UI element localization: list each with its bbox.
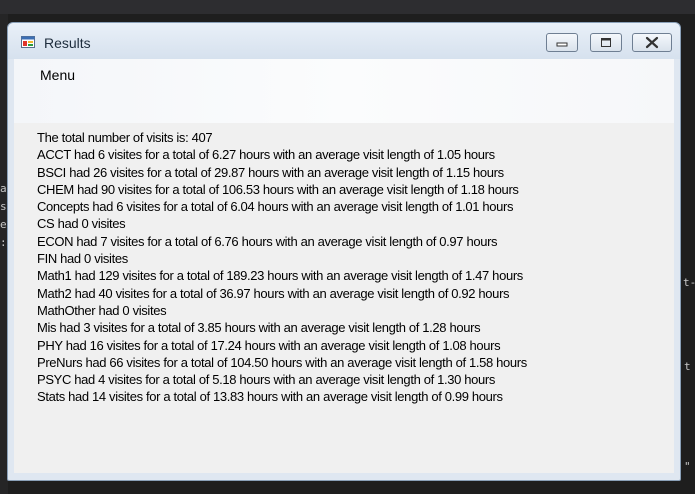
title-bar[interactable]: Results bbox=[8, 23, 680, 59]
results-text: The total number of visits is: 407 ACCT … bbox=[37, 129, 657, 406]
background-glyph: t- bbox=[683, 276, 695, 289]
background-glyph: e bbox=[0, 218, 7, 231]
background-glyph: a bbox=[0, 182, 7, 195]
minimize-button[interactable] bbox=[546, 33, 578, 52]
background-glyph: : bbox=[0, 236, 7, 249]
results-line: PHY had 16 visites for a total of 17.24 … bbox=[37, 337, 501, 353]
menu-bar: Menu bbox=[14, 59, 674, 123]
background-glyph: " bbox=[684, 460, 691, 473]
results-line: MathOther had 0 visites bbox=[37, 302, 167, 318]
maximize-button[interactable] bbox=[590, 33, 622, 52]
maximize-icon bbox=[601, 38, 611, 47]
background-glyph: s bbox=[0, 200, 7, 213]
minimize-icon bbox=[556, 42, 568, 47]
window-client-area: Menu The total number of visits is: 407 … bbox=[14, 59, 674, 473]
results-line: Math2 had 40 visites for a total of 36.9… bbox=[37, 285, 510, 301]
results-line: FIN had 0 visites bbox=[37, 251, 128, 267]
background-glyph: t bbox=[684, 360, 691, 373]
results-line: CHEM had 90 visites for a total of 106.5… bbox=[37, 181, 519, 197]
results-line: Math1 had 129 visites for a total of 189… bbox=[37, 268, 523, 284]
results-line: BSCI had 26 visites for a total of 29.87… bbox=[37, 164, 504, 180]
background-toolbar bbox=[0, 0, 695, 14]
background-right-pane bbox=[680, 14, 695, 494]
results-line: Mis had 3 visites for a total of 3.85 ho… bbox=[37, 320, 481, 336]
menu-item-menu[interactable]: Menu bbox=[36, 65, 79, 85]
results-line: PreNurs had 66 visites for a total of 10… bbox=[37, 354, 527, 370]
results-line: The total number of visits is: 407 bbox=[37, 130, 213, 145]
results-line: ECON had 7 visites for a total of 6.76 h… bbox=[37, 233, 498, 249]
results-window: Results Menu The total number of visits … bbox=[7, 22, 681, 481]
app-icon bbox=[21, 36, 35, 48]
results-line: CS had 0 visites bbox=[37, 216, 126, 232]
close-icon bbox=[645, 36, 659, 49]
window-title: Results bbox=[44, 35, 91, 51]
close-button[interactable] bbox=[632, 33, 672, 52]
results-line: Concepts had 6 visites for a total of 6.… bbox=[37, 199, 514, 215]
results-line: PSYC had 4 visites for a total of 5.18 h… bbox=[37, 372, 496, 388]
results-line: Stats had 14 visites for a total of 13.8… bbox=[37, 389, 503, 405]
results-line: ACCT had 6 visites for a total of 6.27 h… bbox=[37, 147, 495, 163]
